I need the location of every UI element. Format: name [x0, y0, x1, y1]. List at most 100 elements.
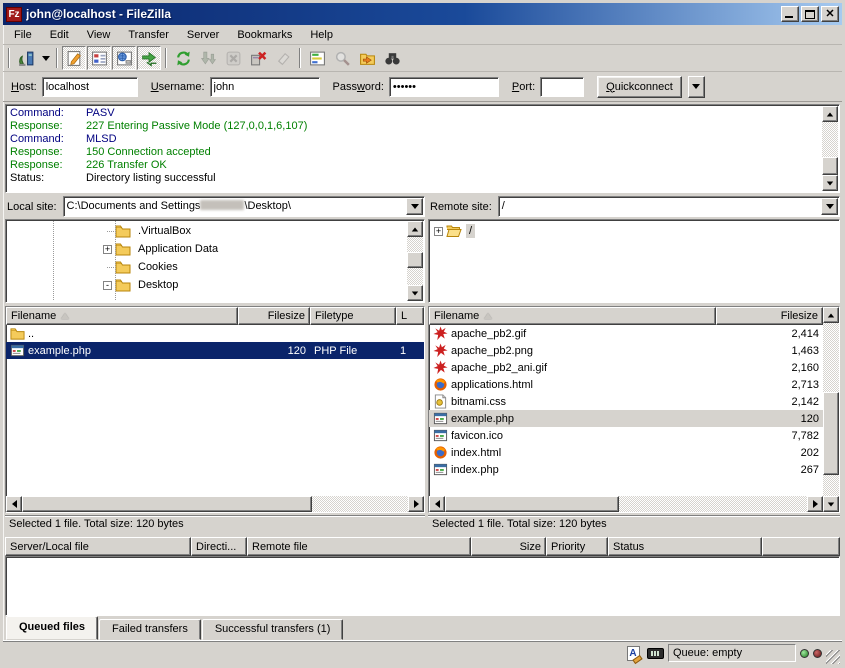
remote-vertical-scrollbar[interactable] [823, 307, 839, 512]
maximize-button[interactable] [801, 6, 819, 22]
quickconnect-dropdown[interactable] [688, 76, 705, 98]
column-header-filesize[interactable]: Filesize [716, 307, 823, 325]
menu-edit[interactable]: Edit [41, 26, 78, 44]
column-header-direction[interactable]: Directi... [191, 537, 247, 556]
tree-item-root[interactable]: + / [430, 222, 838, 240]
toggle-transfer-queue-button[interactable] [137, 46, 161, 70]
toggle-message-log-button[interactable] [62, 46, 86, 70]
cancel-operation-button[interactable] [221, 46, 245, 70]
scrollbar-thumb[interactable] [22, 496, 312, 512]
tree-expander-minus[interactable]: - [103, 281, 112, 290]
minimize-button[interactable] [781, 6, 799, 22]
scroll-left-button[interactable] [6, 496, 22, 512]
username-input[interactable] [210, 77, 320, 97]
column-header-status[interactable]: Status [608, 537, 762, 556]
remote-site-combobox[interactable]: / [498, 196, 840, 217]
scrollbar-thumb[interactable] [445, 496, 619, 512]
local-horizontal-scrollbar[interactable] [6, 496, 424, 512]
site-manager-dropdown[interactable] [39, 47, 52, 69]
speed-limit-indicator[interactable] [646, 645, 664, 661]
process-queue-button[interactable] [196, 46, 220, 70]
column-header-lastmodified[interactable]: L [396, 307, 424, 325]
column-header-filename[interactable]: Filename [429, 307, 716, 325]
refresh-button[interactable] [171, 46, 195, 70]
file-row[interactable]: apache_pb2_ani.gif 2,160 [429, 359, 823, 376]
file-row-parent-dir[interactable]: .. [6, 325, 424, 342]
remote-horizontal-scrollbar[interactable] [429, 496, 823, 512]
menu-help[interactable]: Help [301, 26, 342, 44]
synchronized-browsing-button[interactable] [330, 46, 354, 70]
host-input[interactable] [42, 77, 138, 97]
close-button[interactable]: ✕ [821, 6, 839, 22]
remote-path: / [499, 197, 820, 216]
scrollbar-thumb[interactable] [407, 252, 423, 268]
column-header-remote-file[interactable]: Remote file [247, 537, 471, 556]
column-header-priority[interactable]: Priority [546, 537, 608, 556]
menu-bookmarks[interactable]: Bookmarks [228, 26, 301, 44]
menu-server[interactable]: Server [178, 26, 228, 44]
column-header-size[interactable]: Size [471, 537, 546, 556]
transfer-type-indicator[interactable]: A [624, 645, 642, 661]
menu-view[interactable]: View [78, 26, 120, 44]
refresh-icon [175, 50, 192, 67]
menu-transfer[interactable]: Transfer [119, 26, 178, 44]
reconnect-button[interactable] [271, 46, 295, 70]
scroll-left-button[interactable] [429, 496, 445, 512]
quickconnect-button[interactable]: Quickconnect [597, 76, 682, 98]
disconnect-icon [250, 50, 267, 67]
column-header-filename[interactable]: Filename [6, 307, 238, 325]
title-bar[interactable]: Fz john@localhost - FileZilla ✕ [3, 3, 842, 25]
file-row[interactable]: favicon.ico 7,782 [429, 427, 823, 444]
arrow-left-icon [435, 500, 440, 508]
scroll-right-button[interactable] [807, 496, 823, 512]
site-manager-button[interactable] [14, 46, 38, 70]
directory-comparison-button[interactable] [305, 46, 329, 70]
tab-successful-transfers[interactable]: Successful transfers (1) [202, 619, 344, 640]
disconnect-button[interactable] [246, 46, 270, 70]
column-header-filetype[interactable]: Filetype [310, 307, 396, 325]
tree-expander-plus[interactable]: + [434, 227, 443, 236]
scrollbar-thumb[interactable] [823, 392, 839, 475]
scroll-down-button[interactable] [823, 496, 839, 512]
column-header-filesize[interactable]: Filesize [238, 307, 310, 325]
tree-item-cookies[interactable]: Cookies [7, 258, 406, 276]
arrow-up-icon [412, 227, 418, 231]
scroll-up-button[interactable] [407, 221, 423, 237]
local-path: C:\Documents and Settings\Desktop\ [64, 197, 405, 216]
scroll-up-button[interactable] [822, 106, 838, 122]
local-tree-scrollbar[interactable] [407, 221, 423, 301]
resize-grip[interactable] [826, 650, 840, 664]
tree-item-application-data[interactable]: + Application Data [7, 240, 406, 258]
find-files-button[interactable] [380, 46, 404, 70]
log-line: Response:227 Entering Passive Mode (127,… [10, 120, 819, 133]
scrollbar-thumb[interactable] [822, 157, 838, 175]
tree-item-virtualbox[interactable]: .VirtualBox [7, 222, 406, 240]
column-header-server-local-file[interactable]: Server/Local file [5, 537, 191, 556]
remote-site-dropdown[interactable] [821, 198, 838, 215]
tab-failed-transfers[interactable]: Failed transfers [99, 619, 201, 640]
scroll-down-button[interactable] [822, 175, 838, 191]
tab-queued-files[interactable]: Queued files [6, 616, 98, 640]
toggle-local-treeview-button[interactable] [87, 46, 111, 70]
file-row[interactable]: applications.html 2,713 [429, 376, 823, 393]
file-row-example-php-selected[interactable]: example.php 120 PHP File 1 [6, 342, 424, 359]
tree-expander-plus[interactable]: + [103, 245, 112, 254]
file-row[interactable]: apache_pb2.png 1,463 [429, 342, 823, 359]
scroll-down-button[interactable] [407, 285, 423, 301]
scroll-up-button[interactable] [823, 307, 839, 323]
file-row[interactable]: index.html 202 [429, 444, 823, 461]
menu-file[interactable]: File [5, 26, 41, 44]
file-row[interactable]: apache_pb2.gif 2,414 [429, 325, 823, 342]
file-row-example-php-selected[interactable]: example.php 120 [429, 410, 823, 427]
local-site-combobox[interactable]: C:\Documents and Settings\Desktop\ [63, 196, 425, 217]
scroll-right-button[interactable] [408, 496, 424, 512]
tree-item-desktop[interactable]: - Desktop [7, 276, 406, 294]
toggle-remote-treeview-button[interactable] [112, 46, 136, 70]
file-row[interactable]: index.php 267 [429, 461, 823, 478]
filename-filters-button[interactable] [355, 46, 379, 70]
file-row[interactable]: bitnami.css 2,142 [429, 393, 823, 410]
log-vertical-scrollbar[interactable] [822, 106, 838, 191]
port-input[interactable] [540, 77, 584, 97]
local-site-dropdown[interactable] [406, 198, 423, 215]
password-input[interactable] [389, 77, 499, 97]
